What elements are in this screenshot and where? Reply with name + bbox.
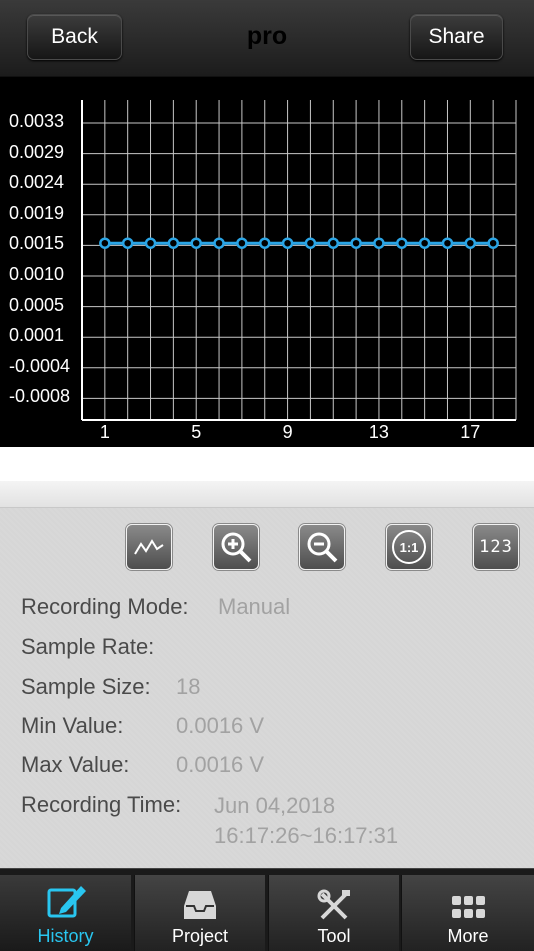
reset-zoom-button[interactable]: 1:1 [386,524,432,570]
min-value-value: 0.0016 V [176,713,265,738]
data-point [121,237,134,249]
y-tick-label: 0.0010 [9,264,65,284]
y-tick-label: -0.0008 [9,386,71,407]
tab-bar: History Project Tool More [0,868,534,951]
zoom-out-icon [307,532,338,563]
tab-project[interactable]: Project [134,875,265,951]
data-point [281,237,294,249]
tab-more[interactable]: More [401,875,534,951]
data-point [213,237,225,249]
grid-icon [452,896,485,918]
sample-size-label: Sample Size: [21,674,151,699]
data-point [236,237,248,249]
data-point [396,237,408,249]
line-chart-view-button[interactable] [126,524,172,570]
y-tick-label: 0.0001 [9,325,65,346]
zoom-in-button[interactable] [213,524,259,570]
inbox-icon [184,891,216,919]
data-point [327,237,340,249]
y-tick-label: 0.0024 [9,172,65,193]
data-point [464,237,477,249]
recording-time-date: Jun 04,2018 [214,793,336,818]
reset-zoom-icon: 1:1 [392,530,426,564]
recording-mode-value: Manual [218,594,291,619]
data-point [167,237,180,249]
data-point [258,237,271,249]
data-point [441,237,454,249]
data-point [144,237,157,249]
tab-history[interactable]: History [0,875,131,951]
zoom-out-button[interactable] [299,524,345,570]
edit-icon [47,886,86,918]
y-tick-label: 0.0015 [9,233,65,254]
data-point [304,237,317,249]
x-tick-label: 5 [191,422,202,442]
data-point [99,237,111,249]
numeric-view-button[interactable]: 123 [473,524,519,570]
tab-tool[interactable]: Tool [268,875,399,951]
recording-time-range: 16:17:26~16:17:31 [214,823,399,848]
x-tick-label: 9 [282,422,293,442]
y-tick-label: -0.0004 [9,355,71,376]
max-value-value: 0.0016 V [176,752,265,777]
y-tick-label: 0.0005 [9,294,65,315]
x-tick-label: 13 [368,422,389,442]
sample-size-value: 18 [176,674,201,699]
data-point [190,237,202,249]
data-point [487,237,499,249]
data-point [350,237,362,249]
x-tick-label: 1 [99,422,110,442]
max-value-label: Max Value: [21,752,130,777]
x-tick-label: 17 [460,422,481,442]
y-tick-label: 0.0029 [9,141,65,162]
sample-rate-label: Sample Rate: [21,634,155,659]
numeric-view-icon: 123 [479,537,513,557]
tab-history-label: History [37,926,94,946]
numeric-view-text: 123 [479,537,513,557]
tools-icon [317,889,350,920]
tab-tool-label: Tool [317,926,351,946]
y-tick-label: 0.0033 [9,111,65,131]
recording-time-label: Recording Time: [21,792,182,817]
tab-more-label: More [447,926,489,946]
line-chart[interactable]: 0.0033 0.0029 0.0024 0.0019 0.0015 0.0010 0.00… [0,77,534,447]
divider-band [0,481,534,508]
navigation-bar: Back pro Share [0,0,534,77]
line-chart-icon [134,539,164,555]
data-point [418,237,431,249]
chart-canvas [81,100,517,421]
share-button[interactable]: Share [410,14,503,60]
zoom-in-icon [221,532,252,563]
min-value-label: Min Value: [21,713,124,738]
info-panel: 1:1 123 Recording Mode: Manual Sample Ra… [0,508,534,868]
reset-zoom-text: 1:1 [399,539,419,555]
data-point [373,237,385,249]
chart-spacer [0,447,534,481]
tab-project-label: Project [171,926,229,946]
y-tick-label: 0.0019 [9,202,65,223]
recording-mode-label: Recording Mode: [21,594,189,619]
